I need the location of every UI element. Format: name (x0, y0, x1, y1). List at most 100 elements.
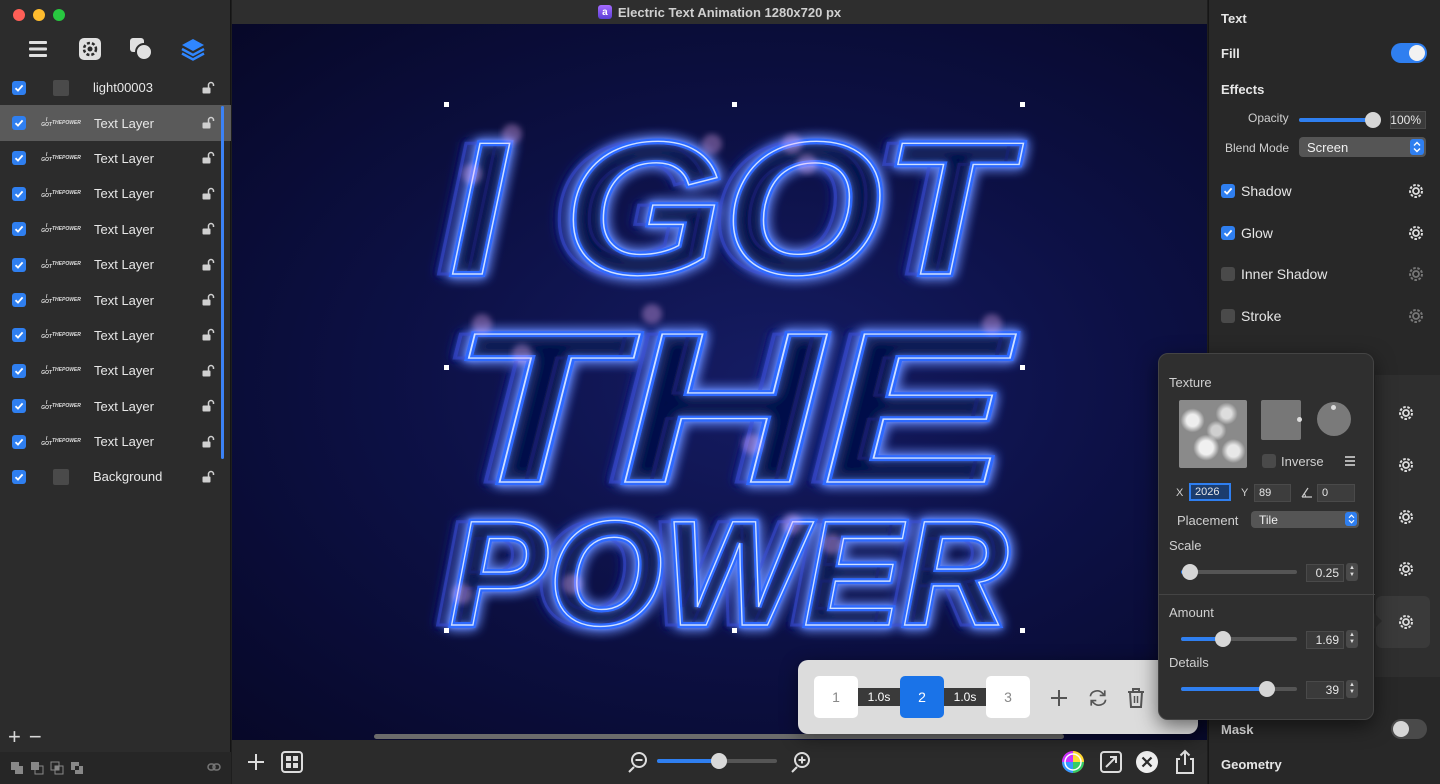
x-input[interactable]: 2026 (1189, 483, 1231, 501)
canvas[interactable]: I GOT I GOT I GOT THE THE THE POWER POWER POWER (232, 24, 1207, 740)
add-layer-button[interactable]: + (8, 724, 21, 750)
unlock-icon[interactable] (201, 364, 215, 378)
unlock-icon[interactable] (201, 399, 215, 413)
unlock-icon[interactable] (201, 81, 215, 95)
intersect-icon[interactable] (50, 761, 64, 775)
layer-visibility-checkbox[interactable] (12, 80, 26, 95)
layer-visibility-checkbox[interactable] (12, 328, 26, 343)
gear-icon[interactable] (1406, 181, 1426, 201)
color-wheel-icon[interactable] (1061, 750, 1085, 774)
opacity-value[interactable]: 100% (1390, 111, 1426, 129)
zoom-in-icon[interactable] (789, 750, 813, 774)
minimize-window-button[interactable] (33, 9, 45, 21)
scale-stepper[interactable]: ▲ ▼ (1346, 563, 1358, 581)
layer-visibility-checkbox[interactable] (12, 151, 26, 166)
keyframe-duration-1[interactable]: 1.0s (858, 688, 907, 706)
details-value[interactable]: 39 (1306, 681, 1344, 699)
layer-visibility-checkbox[interactable] (12, 293, 26, 308)
selection-handle-tl[interactable] (444, 102, 449, 107)
layer-row[interactable]: Background (0, 459, 231, 494)
trash-icon[interactable] (1125, 687, 1147, 709)
layer-visibility-checkbox[interactable] (12, 257, 26, 272)
unlock-icon[interactable] (201, 151, 215, 165)
share-icon[interactable] (1173, 749, 1197, 774)
gear-icon[interactable] (1396, 612, 1416, 632)
texture-angle-dial[interactable] (1317, 402, 1351, 436)
zoom-out-icon[interactable] (626, 750, 650, 774)
y-input[interactable]: 89 (1254, 484, 1291, 502)
link-icon[interactable] (207, 760, 221, 774)
amount-value[interactable]: 1.69 (1306, 631, 1344, 649)
keyframe-1[interactable]: 1 (814, 676, 858, 718)
scale-slider-knob[interactable] (1182, 564, 1199, 580)
selection-handle-bm[interactable] (732, 628, 737, 633)
layer-row[interactable]: I GOT THE POWER Text Layer (0, 389, 231, 424)
layer-visibility-checkbox[interactable] (12, 186, 26, 201)
details-slider-knob[interactable] (1258, 681, 1275, 697)
remove-layer-button[interactable]: − (29, 724, 42, 750)
close-icon[interactable] (1135, 750, 1159, 774)
scale-slider[interactable] (1181, 564, 1297, 580)
layer-row[interactable]: I GOT THE POWER Text Layer (0, 318, 231, 353)
unlock-icon[interactable] (201, 470, 215, 484)
resize-icon[interactable] (1099, 750, 1123, 774)
layer-row[interactable]: I GOT THE POWER Text Layer (0, 247, 231, 282)
gear-icon[interactable] (1396, 403, 1416, 423)
gear-icon[interactable] (1406, 223, 1426, 243)
layer-row[interactable]: light00003 (0, 70, 231, 105)
layer-visibility-checkbox[interactable] (12, 222, 26, 237)
layer-row[interactable]: I GOT THE POWER Text Layer (0, 212, 231, 247)
layer-row[interactable]: I GOT THE POWER Text Layer (0, 176, 231, 211)
layer-row[interactable]: I GOT THE POWER Text Layer (0, 424, 231, 459)
keyframe-duration-2[interactable]: 1.0s (944, 688, 993, 706)
add-keyframe-icon[interactable] (1048, 687, 1070, 709)
texture-shape-square[interactable] (1261, 400, 1301, 440)
layer-row[interactable]: I GOT THE POWER Text Layer (0, 282, 231, 317)
selection-handle-mr[interactable] (1020, 365, 1025, 370)
scale-value[interactable]: 0.25 (1306, 564, 1344, 582)
amount-slider[interactable] (1181, 631, 1297, 647)
keyframe-2[interactable]: 2 (900, 676, 944, 718)
gear-icon[interactable] (1406, 264, 1426, 284)
layer-visibility-checkbox[interactable] (12, 363, 26, 378)
subtract-icon[interactable] (30, 761, 44, 775)
gear-icon[interactable] (1406, 306, 1426, 326)
layer-visibility-checkbox[interactable] (12, 434, 26, 449)
unlock-icon[interactable] (201, 435, 215, 449)
unlock-icon[interactable] (201, 328, 215, 342)
inverse-checkbox[interactable] (1262, 454, 1276, 468)
loop-icon[interactable] (1087, 687, 1109, 709)
add-icon[interactable] (244, 750, 268, 774)
menu-icon[interactable] (1344, 455, 1356, 467)
details-slider[interactable] (1181, 681, 1297, 697)
canvas-horizontal-scrollbar[interactable] (374, 734, 1064, 739)
layer-list-scroll-indicator[interactable] (221, 106, 224, 459)
unlock-icon[interactable] (201, 116, 215, 130)
angle-input[interactable]: 0 (1317, 484, 1355, 502)
effect-checkbox[interactable] (1221, 267, 1235, 282)
selection-handle-tm[interactable] (732, 102, 737, 107)
opacity-slider[interactable] (1299, 112, 1381, 128)
unlock-icon[interactable] (201, 258, 215, 272)
exclude-icon[interactable] (70, 761, 84, 775)
zoom-window-button[interactable] (53, 9, 65, 21)
zoom-slider[interactable] (657, 753, 777, 769)
layers-icon[interactable] (178, 34, 208, 64)
layer-row[interactable]: I GOT THE POWER Text Layer (0, 141, 231, 176)
amount-stepper[interactable]: ▲ ▼ (1346, 630, 1358, 648)
blend-mode-select[interactable]: Screen (1299, 137, 1426, 157)
list-icon[interactable] (23, 34, 53, 64)
unlock-icon[interactable] (201, 293, 215, 307)
gear-icon[interactable] (1396, 455, 1416, 475)
selection-handle-tr[interactable] (1020, 102, 1025, 107)
placement-select[interactable]: Tile (1251, 511, 1359, 528)
unlock-icon[interactable] (201, 222, 215, 236)
details-stepper[interactable]: ▲ ▼ (1346, 680, 1358, 698)
layer-visibility-checkbox[interactable] (12, 399, 26, 414)
selection-handle-ml[interactable] (444, 365, 449, 370)
unlock-icon[interactable] (201, 187, 215, 201)
layer-row[interactable]: I GOT THE POWER Text Layer (0, 353, 231, 388)
opacity-slider-knob[interactable] (1365, 112, 1381, 128)
mask-toggle[interactable] (1391, 719, 1427, 739)
keyframe-3[interactable]: 3 (986, 676, 1030, 718)
